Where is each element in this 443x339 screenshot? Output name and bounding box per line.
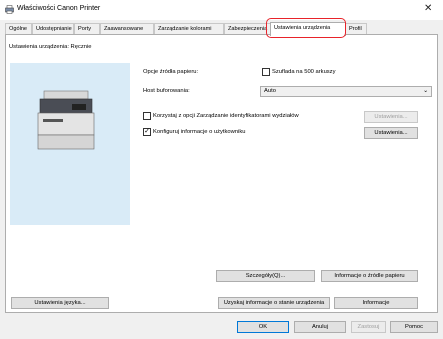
printer-image xyxy=(37,90,95,150)
help-button[interactable]: Pomoc xyxy=(390,321,438,333)
user-info-label: Konfiguruj informacje o użytkowniku xyxy=(153,129,246,135)
cancel-button[interactable]: Anuluj xyxy=(294,321,346,333)
paper-source-info-button[interactable]: Informacje o źródle papieru xyxy=(321,270,418,282)
user-info-settings-button[interactable]: Ustawienia... xyxy=(364,127,418,139)
information-button[interactable]: Informacje xyxy=(334,297,418,309)
window-title: Właściwości Canon Printer xyxy=(17,5,101,12)
spool-host-select[interactable]: Auto ⌄ xyxy=(260,86,432,97)
device-settings-label: Ustawienia urządzenia: Ręcznie xyxy=(9,44,92,50)
paper-source-label: Opcje źródła papieru: xyxy=(143,69,199,75)
get-device-status-button[interactable]: Uzyskaj informacje o stanie urządzenia xyxy=(218,297,330,309)
language-settings-button[interactable]: Ustawienia języka... xyxy=(11,297,109,309)
department-id-checkbox[interactable] xyxy=(143,112,151,120)
printer-preview xyxy=(10,63,130,225)
details-button[interactable]: Szczegóły(Q)... xyxy=(216,270,315,282)
apply-button[interactable]: Zastosuj xyxy=(351,321,386,333)
spool-host-label: Host buforowania: xyxy=(143,88,190,94)
paper-source-option-label: Szuflada na 500 arkuszy xyxy=(272,69,336,75)
title-bar: Właściwości Canon Printer ✕ xyxy=(0,0,443,20)
department-id-label: Korzystaj z opcji Zarządzanie identyfika… xyxy=(153,113,299,119)
printer-icon xyxy=(5,5,14,14)
spool-host-value: Auto xyxy=(264,88,276,94)
user-info-checkbox[interactable]: ✓ xyxy=(143,128,151,136)
close-icon[interactable]: ✕ xyxy=(424,3,432,14)
paper-source-checkbox[interactable] xyxy=(262,68,270,76)
chevron-down-icon: ⌄ xyxy=(423,88,428,94)
department-id-settings-button[interactable]: Ustawienia... xyxy=(364,111,418,123)
tab-highlight xyxy=(266,18,346,38)
ok-button[interactable]: OK xyxy=(237,321,289,333)
check-icon: ✓ xyxy=(144,128,150,135)
device-settings-panel: Ustawienia urządzenia: Ręcznie Opcje źró… xyxy=(5,34,438,313)
